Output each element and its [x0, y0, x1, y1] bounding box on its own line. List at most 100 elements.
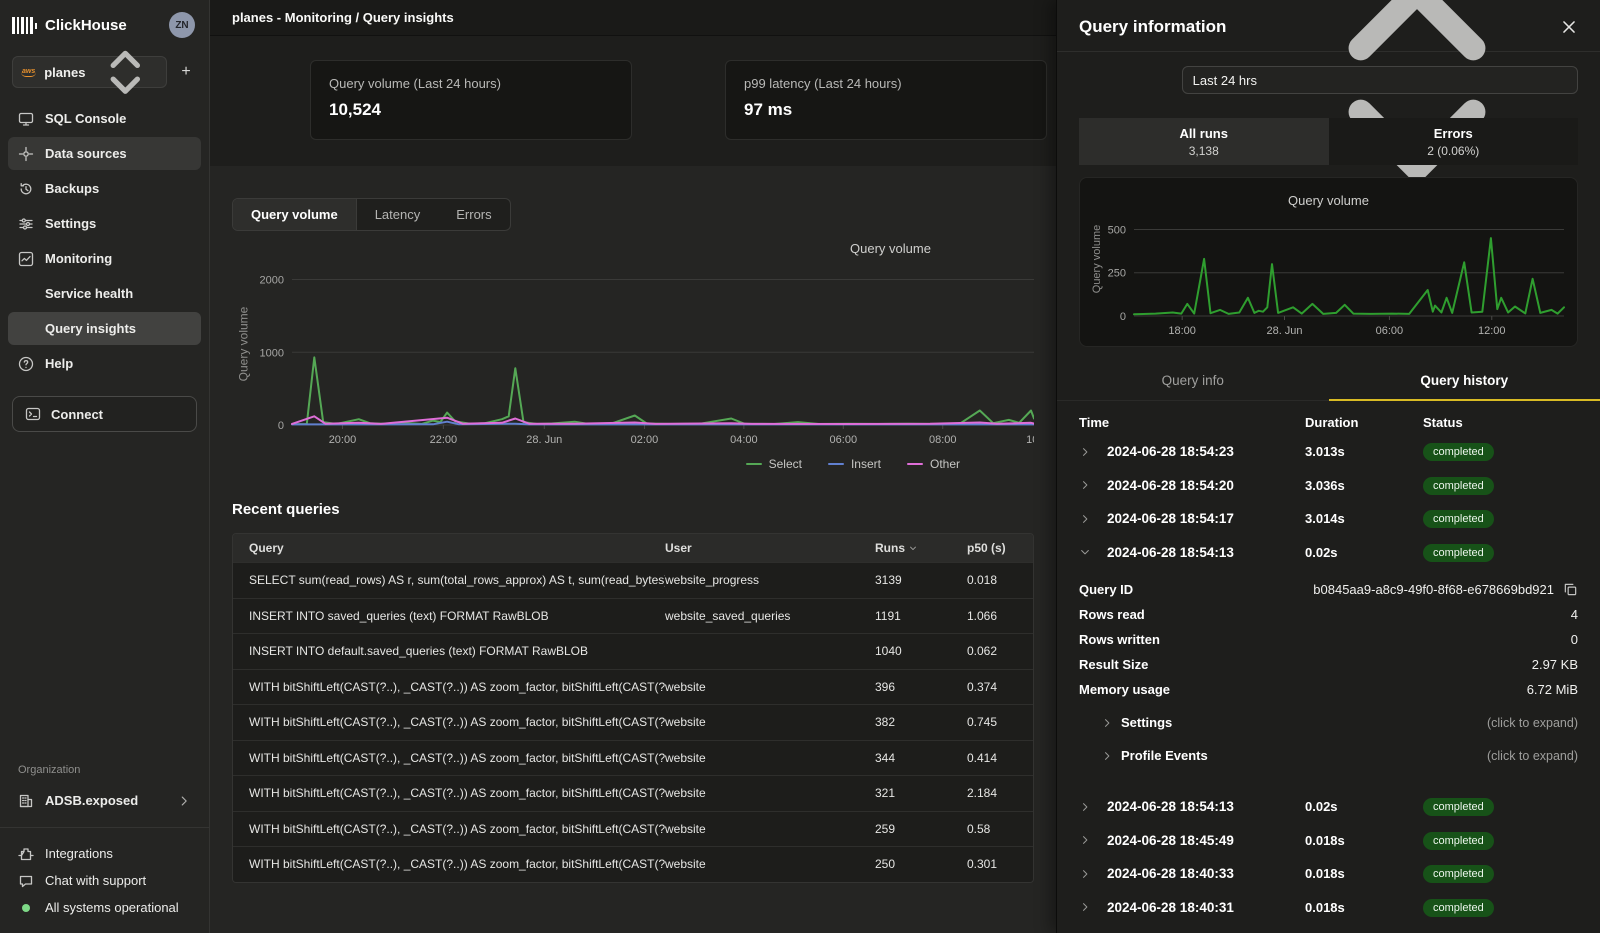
topbar: planes - Monitoring / Query insights [210, 0, 1056, 36]
sidebar-item-backups[interactable]: Backups [8, 172, 201, 205]
sidebar-item-data-sources[interactable]: Data sources [8, 137, 201, 170]
table-row[interactable]: WITH bitShiftLeft(CAST(?..), _CAST(?..))… [233, 846, 1033, 882]
cell-query: INSERT INTO default.saved_queries (text)… [249, 644, 665, 658]
table-row[interactable]: WITH bitShiftLeft(CAST(?..), _CAST(?..))… [233, 811, 1033, 847]
table-row[interactable]: INSERT INTO default.saved_queries (text)… [233, 633, 1033, 669]
svg-text:06:00: 06:00 [1376, 325, 1404, 337]
svg-text:04:00: 04:00 [730, 434, 758, 446]
history-row[interactable]: 2024-06-28 18:54:233.013scompleted [1079, 435, 1578, 469]
time-range-value: Last 24 hrs [1193, 73, 1257, 88]
history-row[interactable]: 2024-06-28 18:45:490.018scompleted [1079, 824, 1578, 858]
svg-text:2000: 2000 [260, 275, 284, 287]
organization-name: ADSB.exposed [45, 793, 138, 808]
cell-query: SELECT sum(read_rows) AS r, sum(total_ro… [249, 573, 665, 587]
history-time: 2024-06-28 18:40:33 [1107, 866, 1305, 881]
history-row[interactable]: 2024-06-28 18:54:130.02scompleted [1079, 536, 1578, 570]
segment-errors[interactable]: Errors2 (0.06%) [1329, 118, 1579, 165]
svg-text:0: 0 [278, 420, 284, 432]
tab-errors[interactable]: Errors [438, 199, 509, 230]
svg-text:06:00: 06:00 [830, 434, 858, 446]
table-row[interactable]: WITH bitShiftLeft(CAST(?..), _CAST(?..))… [233, 740, 1033, 776]
chevron-right-icon[interactable] [1079, 868, 1091, 880]
history-row[interactable]: 2024-06-28 18:40:330.018scompleted [1079, 857, 1578, 891]
history-row[interactable]: 2024-06-28 18:54:130.02scompleted [1079, 790, 1578, 824]
history-row[interactable]: 2024-06-28 18:40:310.018scompleted [1079, 891, 1578, 925]
expander-profile-events[interactable]: Profile Events(click to expand) [1079, 743, 1578, 768]
chevron-right-icon [1101, 750, 1113, 762]
cell-user: website_progress [665, 573, 875, 587]
history-time: 2024-06-28 18:54:20 [1107, 478, 1305, 493]
sidebar: ClickHouse ZN aws planes + SQL ConsoleDa… [0, 0, 210, 933]
chart-icon [18, 251, 34, 267]
svg-text:1000: 1000 [260, 347, 284, 359]
sidebar-item-sql-console[interactable]: SQL Console [8, 102, 201, 135]
expander-settings[interactable]: Settings(click to expand) [1079, 710, 1578, 735]
query-history-table: TimeDurationStatus 2024-06-28 18:54:233.… [1057, 401, 1600, 569]
tab-latency[interactable]: Latency [357, 199, 439, 230]
detail-row-rows-written: Rows written0 [1079, 627, 1578, 652]
footer-item-chat-with-support[interactable]: Chat with support [0, 867, 209, 894]
chevron-right-icon[interactable] [1079, 446, 1091, 458]
user-avatar[interactable]: ZN [169, 12, 195, 38]
connect-button[interactable]: Connect [12, 396, 197, 432]
history-duration: 0.018s [1305, 833, 1423, 848]
legend-item-other[interactable]: Other [907, 457, 960, 471]
time-range-select[interactable]: Last 24 hrs [1182, 66, 1578, 94]
sidebar-item-settings[interactable]: Settings [8, 207, 201, 240]
add-service-button[interactable]: + [175, 63, 197, 81]
table-row[interactable]: WITH bitShiftLeft(CAST(?..), _CAST(?..))… [233, 704, 1033, 740]
chart-legend: Select Insert Other [232, 457, 1034, 471]
legend-item-select[interactable]: Select [746, 457, 802, 471]
cell-runs: 1191 [875, 609, 967, 623]
sidebar-item-help[interactable]: Help [8, 347, 201, 380]
chevron-right-icon[interactable] [1079, 901, 1091, 913]
tab-query-volume[interactable]: Query volume [233, 199, 357, 230]
table-row[interactable]: WITH bitShiftLeft(CAST(?..), _CAST(?..))… [233, 669, 1033, 705]
svg-text:0: 0 [1120, 311, 1126, 323]
sidebar-item-service-health[interactable]: Service health [8, 277, 201, 310]
chevron-right-icon[interactable] [1079, 479, 1091, 491]
svg-text:20:00: 20:00 [329, 434, 357, 446]
history-row[interactable]: 2024-06-28 18:54:173.014scompleted [1079, 502, 1578, 536]
cell-query: INSERT INTO saved_queries (text) FORMAT … [249, 609, 665, 623]
organization-item[interactable]: ADSB.exposed [8, 784, 201, 817]
restore-icon [18, 181, 34, 197]
stat-value: 10,524 [329, 100, 613, 120]
panel-tab-query-info[interactable]: Query info [1057, 363, 1329, 400]
history-row[interactable]: 2024-06-28 18:54:203.036scompleted [1079, 469, 1578, 503]
cell-user: website [665, 857, 875, 871]
brand-name: ClickHouse [45, 17, 169, 34]
detail-label: Memory usage [1079, 682, 1170, 697]
copy-icon[interactable] [1563, 582, 1578, 597]
panel-tab-query-history[interactable]: Query history [1329, 363, 1600, 400]
table-row[interactable]: INSERT INTO saved_queries (text) FORMAT … [233, 598, 1033, 634]
chevron-right-icon[interactable] [1079, 834, 1091, 846]
query-history-table-continued: 2024-06-28 18:54:130.02scompleted2024-06… [1057, 790, 1600, 924]
detail-label: Rows read [1079, 607, 1145, 622]
footer-item-label: Integrations [45, 846, 113, 861]
segment-all-runs[interactable]: All runs3,138 [1079, 118, 1329, 165]
status-badge: completed [1423, 443, 1494, 461]
footer-item-all-systems-operational[interactable]: All systems operational [0, 894, 209, 921]
chevron-right-icon[interactable] [1079, 801, 1091, 813]
sidebar-item-monitoring[interactable]: Monitoring [8, 242, 201, 275]
cell-runs: 344 [875, 751, 967, 765]
chevron-down-icon[interactable] [1079, 546, 1091, 558]
history-duration: 3.036s [1305, 478, 1423, 493]
table-row[interactable]: WITH bitShiftLeft(CAST(?..), _CAST(?..))… [233, 775, 1033, 811]
legend-item-insert[interactable]: Insert [828, 457, 881, 471]
column-header-runs[interactable]: Runs [875, 541, 967, 555]
cell-p50: 0.062 [967, 644, 1017, 658]
updown-chevron-icon [93, 40, 158, 105]
stat-card: p99 latency (Last 24 hours)97 ms [725, 60, 1047, 140]
sidebar-item-query-insights[interactable]: Query insights [8, 312, 201, 345]
service-selector[interactable]: aws planes [12, 56, 167, 88]
detail-value: 0 [1571, 632, 1578, 647]
footer-item-integrations[interactable]: Integrations [0, 840, 209, 867]
monitor-icon [18, 111, 34, 127]
cell-user: website [665, 715, 875, 729]
table-row[interactable]: SELECT sum(read_rows) AS r, sum(total_ro… [233, 562, 1033, 598]
stat-label: p99 latency (Last 24 hours) [744, 76, 1028, 91]
chevron-right-icon[interactable] [1079, 513, 1091, 525]
recent-queries-table: QueryUserRunsp50 (s)SELECT sum(read_rows… [232, 533, 1034, 883]
